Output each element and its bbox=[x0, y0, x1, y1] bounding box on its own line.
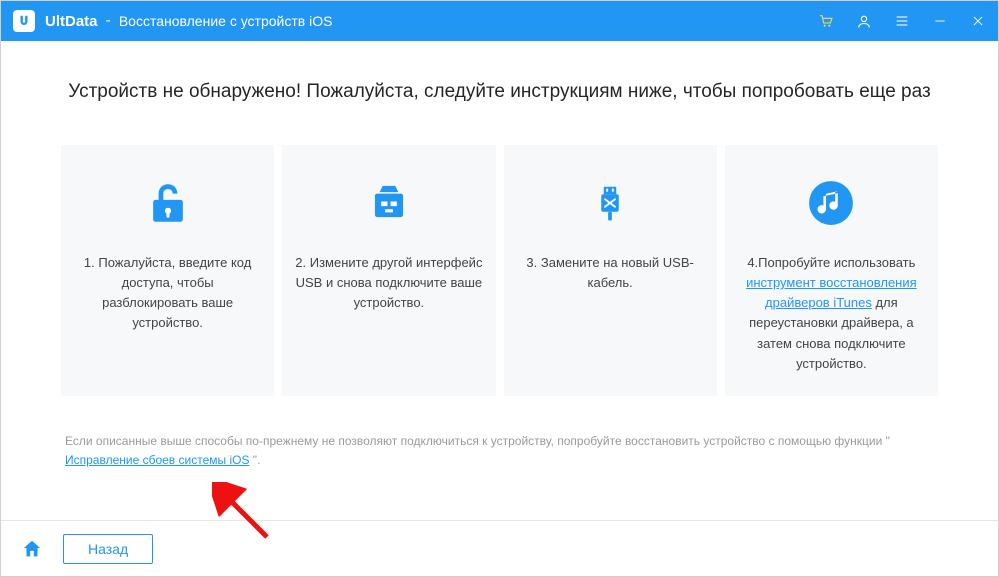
music-icon bbox=[737, 171, 926, 235]
bottom-bar: Назад bbox=[1, 520, 998, 576]
user-icon[interactable] bbox=[856, 13, 872, 29]
window-subtitle: Восстановление с устройств iOS bbox=[119, 13, 333, 29]
main-content: Устройств не обнаружено! Пожалуйста, сле… bbox=[1, 41, 998, 520]
card-text: 2. Измените другой интерфейс USB и снова… bbox=[294, 253, 483, 313]
usb-cable-icon bbox=[516, 171, 705, 235]
card-usb-port: 2. Измените другой интерфейс USB и снова… bbox=[282, 145, 495, 396]
title-separator: - bbox=[106, 12, 111, 30]
app-logo-icon bbox=[13, 10, 35, 32]
footnote: Если описанные выше способы по-прежнему … bbox=[61, 432, 938, 470]
footnote-post: ". bbox=[249, 453, 260, 467]
page-heading: Устройств не обнаружено! Пожалуйста, сле… bbox=[61, 81, 938, 103]
home-button[interactable] bbox=[21, 538, 43, 560]
unlock-icon bbox=[73, 171, 262, 235]
card-text: 1. Пожалуйста, введите код доступа, чтоб… bbox=[73, 253, 262, 334]
cart-icon[interactable] bbox=[818, 13, 834, 29]
usb-port-icon bbox=[294, 171, 483, 235]
ios-system-fix-link[interactable]: Исправление сбоев системы iOS bbox=[65, 453, 249, 467]
card-unlock: 1. Пожалуйста, введите код доступа, чтоб… bbox=[61, 145, 274, 396]
app-name: UltData bbox=[45, 13, 98, 30]
minimize-button[interactable] bbox=[932, 13, 948, 29]
back-button[interactable]: Назад bbox=[63, 534, 153, 564]
card-usb-cable: 3. Замените на новый USB-кабель. bbox=[504, 145, 717, 396]
card-itunes-driver: 4.Попробуйте использовать инструмент вос… bbox=[725, 145, 938, 396]
card4-pre: 4.Попробуйте использовать bbox=[747, 255, 915, 270]
card-text: 4.Попробуйте использовать инструмент вос… bbox=[737, 253, 926, 374]
footnote-pre: Если описанные выше способы по-прежнему … bbox=[65, 434, 890, 448]
close-button[interactable] bbox=[970, 13, 986, 29]
titlebar-actions bbox=[818, 13, 986, 29]
card-text: 3. Замените на новый USB-кабель. bbox=[516, 253, 705, 293]
tips-cards: 1. Пожалуйста, введите код доступа, чтоб… bbox=[61, 145, 938, 396]
app-window: UltData - Восстановление с устройств iOS… bbox=[0, 0, 999, 577]
menu-icon[interactable] bbox=[894, 13, 910, 29]
title-bar: UltData - Восстановление с устройств iOS bbox=[1, 1, 998, 41]
